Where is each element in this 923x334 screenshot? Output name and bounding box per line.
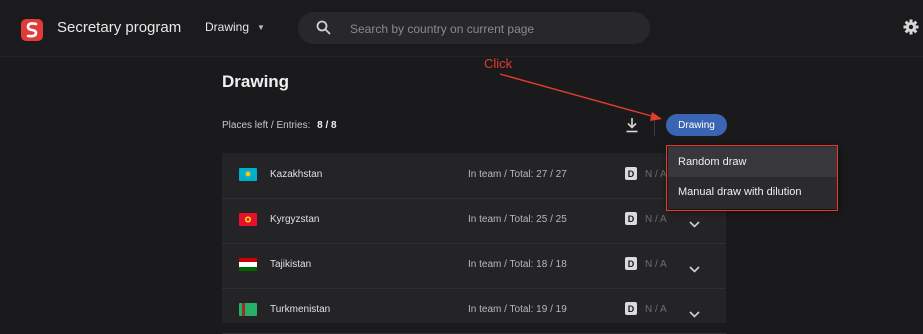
drawing-button[interactable]: Drawing: [666, 114, 727, 136]
status-text: N / A: [645, 214, 667, 225]
page-title: Drawing: [222, 72, 290, 91]
places-entries-counter: Places left / Entries: 8 / 8: [222, 120, 337, 131]
d-badge: D: [625, 302, 637, 315]
counts-value: 8 / 8: [317, 120, 337, 131]
app-logo-icon[interactable]: [21, 19, 43, 41]
kazakhstan-flag-icon: [239, 168, 257, 181]
d-badge: D: [625, 257, 637, 270]
team-total: In team / Total: 27 / 27: [468, 169, 567, 180]
app-title: Secretary program: [57, 19, 182, 36]
tajikistan-flag-icon: [239, 258, 257, 271]
country-name: Tajikistan: [270, 259, 312, 270]
gear-icon[interactable]: [903, 19, 919, 40]
kyrgyzstan-flag-icon: [239, 213, 257, 226]
search-input[interactable]: [348, 18, 642, 40]
drawing-dropdown-menu: Random draw Manual draw with dilution: [668, 145, 838, 209]
country-name: Kyrgyzstan: [270, 214, 320, 225]
country-name: Turkmenistan: [270, 304, 331, 315]
table-row[interactable]: Kazakhstan In team / Total: 27 / 27 D N …: [222, 153, 726, 199]
turkmenistan-flag-icon: [239, 303, 257, 316]
country-name: Kazakhstan: [270, 169, 323, 180]
menu-item-manual-draw[interactable]: Manual draw with dilution: [668, 177, 838, 207]
status-text: N / A: [645, 259, 667, 270]
table-row[interactable]: Kyrgyzstan In team / Total: 25 / 25 D N …: [222, 198, 726, 244]
chevron-down-icon[interactable]: [689, 260, 700, 278]
caret-down-icon: ▼: [257, 22, 265, 32]
annotation-label: Click: [484, 56, 513, 71]
table-row[interactable]: Turkmenistan In team / Total: 19 / 19 D …: [222, 288, 726, 334]
chevron-down-icon[interactable]: [689, 305, 700, 323]
team-total: In team / Total: 19 / 19: [468, 304, 567, 315]
d-badge: D: [625, 212, 637, 225]
toolbar-divider: [654, 114, 655, 136]
download-icon[interactable]: [625, 117, 639, 138]
chevron-down-icon[interactable]: [689, 215, 700, 233]
team-total: In team / Total: 25 / 25: [468, 214, 567, 225]
status-text: N / A: [645, 304, 667, 315]
status-text: N / A: [645, 169, 667, 180]
drawing-nav-dropdown[interactable]: Drawing ▼: [205, 20, 265, 34]
counts-label: Places left / Entries:: [222, 120, 311, 131]
menu-item-random-draw[interactable]: Random draw: [668, 147, 838, 177]
drawing-nav-label: Drawing: [205, 20, 250, 34]
team-total: In team / Total: 18 / 18: [468, 259, 567, 270]
search-bar[interactable]: [298, 12, 650, 44]
search-icon: [316, 20, 331, 40]
countries-table: Kazakhstan In team / Total: 27 / 27 D N …: [222, 153, 726, 334]
table-row[interactable]: Tajikistan In team / Total: 18 / 18 D N …: [222, 243, 726, 289]
d-badge: D: [625, 167, 637, 180]
top-bar: Secretary program Drawing ▼: [0, 0, 923, 57]
